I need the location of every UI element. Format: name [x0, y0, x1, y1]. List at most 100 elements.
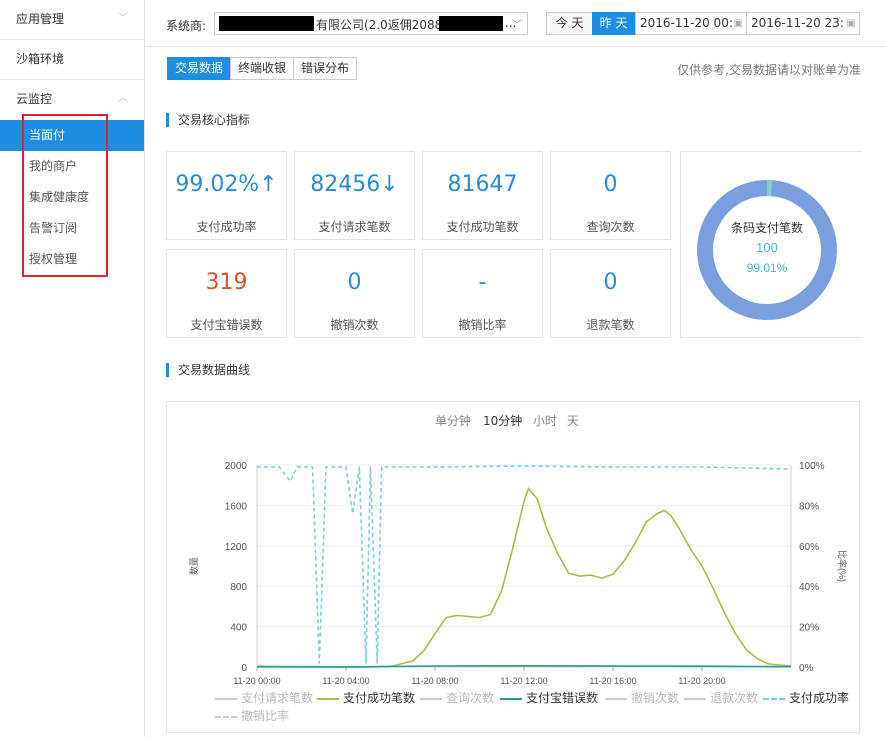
filter-bar: 系统商: 有限公司(2.0返佣2088 ... ﹀ 今 天 昨 天 2016-1… [146, 0, 885, 47]
legend-swatch [684, 697, 706, 700]
x-tick-label: 11-20 16:00 [589, 676, 636, 686]
y-left-tick-label: 400 [230, 623, 247, 634]
legend-item[interactable]: 支付请求笔数 [215, 691, 313, 705]
y-left-tick-label: 800 [230, 582, 247, 593]
kpi-value: - [478, 270, 487, 295]
x-tick-label: 11-20 20:00 [678, 676, 725, 686]
donut-chart: 条码支付笔数 100 99.01% [697, 180, 837, 320]
chart-panel: 单分钟 10分钟 小时 天 2000 1600 1200 800 400 0 100% 80%… [166, 401, 860, 733]
legend-swatch [763, 697, 785, 700]
donut-panel: 条码支付笔数 100 99.01% [680, 151, 862, 338]
legend-label: 撤销次数 [631, 691, 680, 705]
tab-error-distribution[interactable]: 错误分布 [293, 57, 358, 80]
start-date-value: 2016-11-20 00: [640, 16, 733, 30]
sidebar-group-label: 云监控 [16, 92, 53, 106]
kpi-label: 退款笔数 [586, 318, 635, 332]
legend-label: 支付宝错误数 [526, 691, 599, 705]
end-date-value: 2016-11-20 23: [751, 16, 844, 30]
kpi-value: 0 [603, 172, 618, 197]
kpi-card: 0 查询次数 [550, 151, 671, 240]
legend-item[interactable]: 支付成功率 [763, 691, 849, 705]
series-line [257, 465, 792, 664]
legend-label: 退款次数 [710, 691, 759, 705]
tab-transaction-data[interactable]: 交易数据 [167, 57, 232, 80]
legend-item[interactable]: 撤销次数 [605, 691, 679, 705]
today-button[interactable]: 今 天 [546, 12, 593, 35]
donut-count: 100 [756, 240, 778, 255]
kpi-value: 82456↓ [310, 172, 399, 197]
tab-terminal-checkout[interactable]: 终端收银 [230, 57, 295, 80]
data-tabs: 交易数据 终端收银 错误分布 [167, 57, 358, 80]
donut-percent: 99.01% [747, 261, 788, 275]
legend-swatch [215, 715, 237, 718]
legend-label: 查询次数 [446, 691, 495, 705]
calendar-icon: ▣ [733, 18, 743, 29]
y-left-tick-label: 1600 [225, 501, 248, 512]
y-right-tick-label: 40% [799, 582, 819, 593]
kpi-value: 0 [603, 270, 618, 295]
main-content: 系统商: 有限公司(2.0返佣2088 ... ﹀ 今 天 昨 天 2016-1… [146, 0, 885, 737]
legend-swatch [215, 697, 237, 700]
sidebar-group-label: 应用管理 [16, 12, 65, 26]
kpi-value: 99.02%↑ [175, 172, 278, 197]
kpi-value: 319 [205, 270, 248, 295]
legend-item[interactable]: 退款次数 [684, 691, 758, 705]
kpi-label: 撤销次数 [330, 318, 379, 332]
kpi-label: 查询次数 [586, 220, 635, 234]
y-right-tick-label: 0% [799, 663, 814, 674]
x-tick-label: 11-20 08:00 [411, 676, 458, 686]
legend-label: 支付成功笔数 [343, 691, 416, 705]
merchant-select[interactable]: 有限公司(2.0返佣2088 ... ﹀ [214, 12, 528, 35]
sidebar-group-label: 沙箱环境 [16, 52, 65, 66]
legend-item[interactable]: 支付成功笔数 [317, 691, 415, 705]
calendar-icon: ▣ [846, 18, 856, 29]
x-tick-label: 11-20 12:00 [500, 676, 547, 686]
legend-swatch [500, 697, 522, 700]
kpi-value: 0 [347, 270, 362, 295]
redacted-block [439, 16, 503, 31]
kpi-card: 81647 支付成功笔数 [422, 151, 543, 240]
y-left-axis-title: 数量 [188, 557, 199, 575]
line-chart: 2000 1600 1200 800 400 0 100% 80% 60% 40% 20% 0% 11-… [188, 461, 848, 686]
legend-item[interactable]: 支付宝错误数 [500, 691, 598, 705]
legend-label: 撤销比率 [241, 709, 290, 723]
start-date-input[interactable]: 2016-11-20 00: ▣ [635, 12, 747, 35]
sidebar-group-app-management[interactable]: 应用管理 ﹀ [0, 0, 144, 40]
kpi-label: 支付成功率 [196, 220, 257, 234]
legend-swatch [605, 697, 627, 700]
end-date-input[interactable]: 2016-11-20 23: ▣ [746, 12, 860, 35]
y-right-tick-label: 20% [799, 623, 819, 634]
chevron-up-icon: ︿ [118, 93, 128, 104]
y-right-tick-label: 100% [799, 461, 825, 472]
sidebar-group-sandbox[interactable]: 沙箱环境 [0, 40, 144, 80]
y-left-tick-label: 0 [241, 663, 247, 674]
series-line [256, 487, 792, 668]
merchant-name-text: 有限公司(2.0返佣2088 [316, 18, 443, 32]
yesterday-button[interactable]: 昨 天 [592, 12, 635, 35]
disclaimer-note: 仅供参考,交易数据请以对账单为准 [677, 63, 861, 77]
kpi-card: 99.02%↑ 支付成功率 [166, 151, 287, 240]
y-right-tick-label: 80% [799, 501, 819, 512]
kpi-card: 0 退款笔数 [550, 249, 671, 338]
kpi-card: 319 支付宝错误数 [166, 249, 287, 338]
legend-item[interactable]: 撤销比率 [215, 709, 289, 723]
highlight-annotation-box [22, 114, 108, 277]
kpi-label: 撤销比率 [458, 318, 507, 332]
system-label: 系统商: [166, 19, 207, 33]
redacted-block [219, 16, 314, 31]
kpi-label: 支付请求笔数 [318, 220, 391, 234]
kpi-label: 支付宝错误数 [190, 318, 263, 332]
sidebar: 应用管理 ﹀ 沙箱环境 云监控 ︿ 当面付 我的商户 集成健康度 告警订阅 授权管理 [0, 0, 145, 737]
kpi-value: 81647 [447, 172, 518, 197]
kpi-label: 支付成功笔数 [446, 220, 519, 234]
x-tick-label: 11-20 00:00 [233, 676, 280, 686]
y-right-axis-title: 比率(%) [837, 550, 848, 582]
chevron-down-icon: ﹀ [512, 20, 522, 31]
kpi-card: - 撤销比率 [422, 249, 543, 338]
legend-item[interactable]: 查询次数 [420, 691, 494, 705]
legend-label: 支付请求笔数 [241, 691, 314, 705]
chevron-down-icon: ﹀ [118, 13, 128, 24]
y-left-tick-label: 2000 [225, 461, 248, 472]
legend-label: 支付成功率 [789, 691, 850, 705]
x-tick-label: 11-20 04:00 [322, 676, 369, 686]
